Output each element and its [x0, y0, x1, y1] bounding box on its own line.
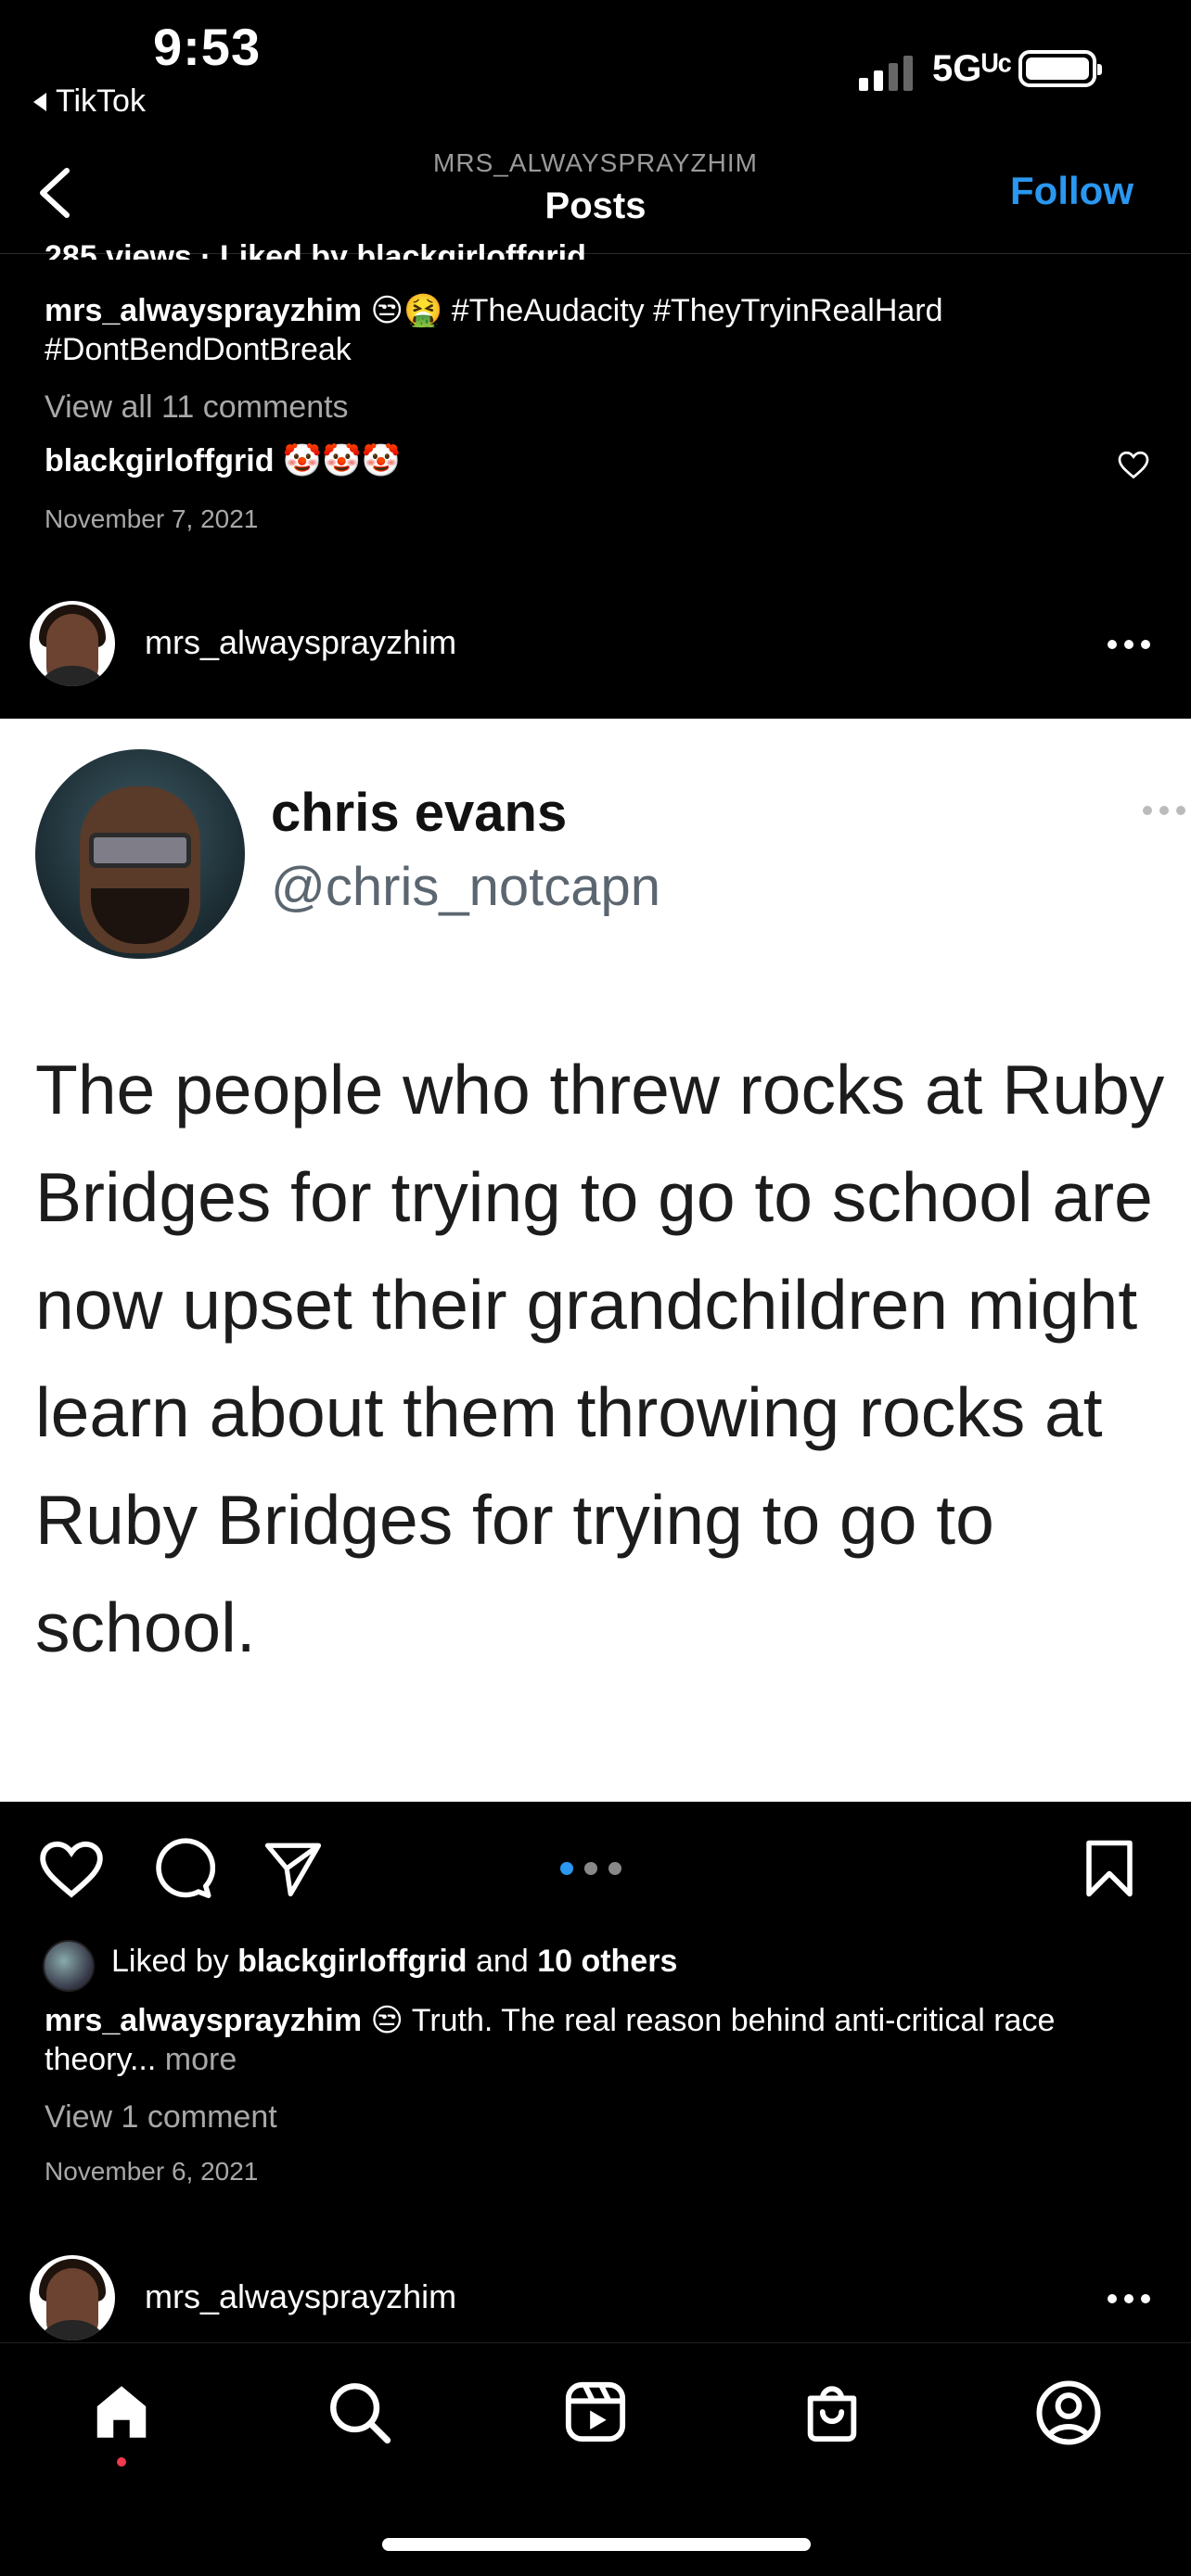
tab-bar-divider [0, 2342, 1191, 2343]
liked-by-line[interactable]: Liked by blackgirloffgrid and 10 others [111, 1942, 677, 1981]
profile-icon[interactable] [1035, 2379, 1102, 2446]
carousel-pager [560, 1862, 621, 1875]
liker-username[interactable]: blackgirloffgrid [237, 1944, 467, 1979]
comment-bubble-icon[interactable] [150, 1836, 215, 1901]
comment-text: 🤡🤡🤡 [282, 443, 401, 478]
next-post-options-icon[interactable] [1108, 2294, 1150, 2303]
next-post-avatar[interactable] [30, 2255, 115, 2340]
home-indicator[interactable] [382, 2538, 811, 2551]
home-icon[interactable] [89, 2379, 154, 2444]
back-to-app-link[interactable]: TikTok [33, 83, 146, 120]
post-image[interactable]: chris evans @chris_notcapn The people wh… [0, 719, 1191, 1802]
comment-username[interactable]: blackgirloffgrid [45, 443, 274, 478]
prev-post-likes: 285 views · Liked by blackgirloffgrid [45, 239, 586, 260]
notification-dot [117, 2457, 126, 2467]
tweet-body: The people who threw rocks at Ruby Bridg… [35, 1051, 1165, 1666]
caption-more-link[interactable]: more [165, 2042, 237, 2077]
prev-post-caption: mrs_alwaysprayzhim 😒🤮 #TheAudacity #They… [45, 291, 1139, 369]
caption-username[interactable]: mrs_alwaysprayzhim [45, 293, 362, 328]
view-comments-link[interactable]: View 1 comment [45, 2098, 277, 2136]
post-options-icon[interactable] [1108, 640, 1150, 649]
signal-icon [859, 56, 913, 91]
tweet-more-icon [1143, 806, 1185, 815]
post-username[interactable]: mrs_alwaysprayzhim [145, 623, 456, 662]
search-icon[interactable] [327, 2379, 391, 2444]
comment-like-heart-icon[interactable] [1117, 449, 1150, 480]
shop-icon[interactable] [800, 2379, 864, 2444]
next-post-username[interactable]: mrs_alwaysprayzhim [145, 2277, 456, 2316]
status-time: 9:53 [153, 18, 262, 76]
tweet-author-name: chris evans [271, 783, 568, 843]
bookmark-icon[interactable] [1083, 1838, 1135, 1899]
share-send-icon[interactable] [262, 1838, 325, 1899]
view-all-comments-link[interactable]: View all 11 comments [45, 388, 349, 427]
post-date: November 6, 2021 [45, 2157, 259, 2186]
post-caption: mrs_alwaysprayzhim 😒 Truth. The real rea… [45, 2001, 1158, 2079]
follow-button[interactable]: Follow [1010, 169, 1133, 213]
tweet-author-handle: @chris_notcapn [271, 857, 660, 917]
back-app-label: TikTok [56, 83, 146, 119]
liker-avatar[interactable] [43, 1940, 95, 1992]
tweet-avatar [35, 749, 245, 959]
back-triangle-icon [33, 92, 46, 111]
network-label: 5Gᵁᶜ [932, 48, 1012, 89]
liked-others[interactable]: 10 others [537, 1944, 677, 1979]
like-heart-icon[interactable] [37, 1836, 106, 1901]
comment-row: blackgirloffgrid 🤡🤡🤡 [45, 441, 401, 480]
battery-icon [1018, 50, 1102, 87]
post-avatar[interactable] [30, 601, 115, 686]
prev-post-date: November 7, 2021 [45, 504, 259, 533]
caption-username[interactable]: mrs_alwaysprayzhim [45, 2003, 362, 2038]
reels-icon[interactable] [563, 2379, 628, 2444]
